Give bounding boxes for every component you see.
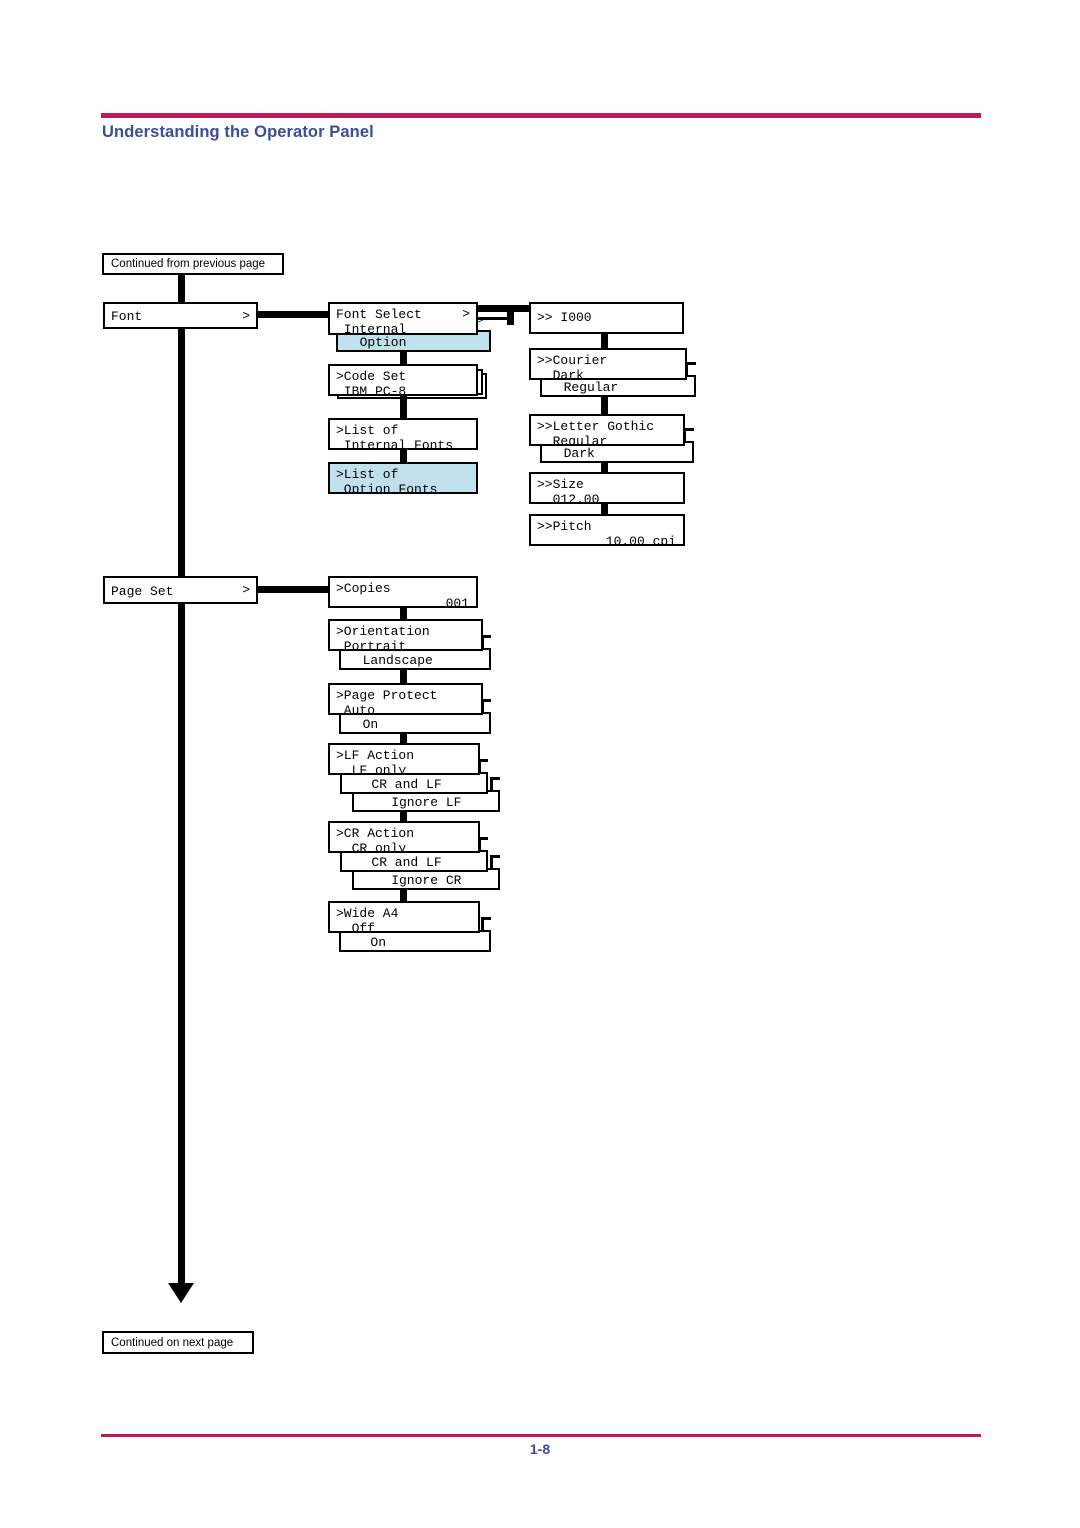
hook-widea4-horz [481,917,491,920]
lcd-pitch-value: 10.00 cpi [605,534,676,546]
lcd-size-line1: >>Size [537,477,584,492]
continued-from-previous-page-label: Continued from previous page [111,258,266,270]
lcd-copies-line1: >Copies [336,581,391,596]
lcd-cr-action-line2: CR only [336,841,407,853]
menu-node-page-set-caret: > [242,582,250,598]
connector-pageset-to-copies [258,586,331,593]
connector-i000-to-courier [601,334,608,348]
lcd-letter-gothic-line2: Regular [537,434,608,446]
lcd-pitch[interactable]: >>Pitch 10.00 cpi [529,514,685,546]
lcd-orientation-landscape-line1: Landscape [347,653,433,668]
page-number: 1-8 [529,1441,551,1457]
lcd-wide-a4-on-line1: On [347,935,387,950]
lcd-list-internal-fonts-line1: >List of [336,423,399,438]
trunk-arrowhead [168,1283,194,1303]
lcd-list-option-fonts-line1: >List of [336,467,399,482]
menu-node-font[interactable]: Font > [103,302,258,329]
trunk-connector-top [178,275,185,304]
lcd-cr-action-line1: >CR Action [336,826,415,841]
continued-from-previous-page-box: Continued from previous page [102,253,284,275]
lcd-wide-a4-line1: >Wide A4 [336,906,399,921]
continued-on-next-page-label: Continued on next page [111,1336,234,1349]
lcd-orientation-line1: >Orientation [336,624,430,639]
header-rule [101,113,981,118]
footer-rule [101,1434,981,1437]
lcd-font-select-line2: Internal [336,322,407,335]
lcd-copies[interactable]: >Copies 001 [328,576,478,608]
lcd-code-set-line1: >Code Set [336,369,407,384]
lcd-wide-a4[interactable]: >Wide A4 Off [328,901,480,933]
connector-courier-to-lettergothic [601,397,608,415]
lcd-lf-action-cr-and-lf-line1: CR and LF [348,777,442,792]
lcd-page-protect-line1: >Page Protect [336,688,438,703]
connector-fontselect-to-i000 [478,305,534,312]
lcd-orientation-landscape[interactable]: Landscape [339,648,491,670]
lcd-font-select[interactable]: Font Select Internal > [328,302,478,335]
lcd-cr-action-cr-and-lf-line1: CR and LF [348,855,442,870]
lcd-pitch-line1: >>Pitch [537,519,592,534]
lcd-cr-action-ignore-cr-line1: Ignore CR [360,873,462,888]
lcd-letter-gothic-line1: >>Letter Gothic [537,419,655,434]
lcd-copies-value: 001 [445,596,469,608]
lcd-letter-gothic-dark-line1: Dark [548,446,595,461]
lcd-courier[interactable]: >>Courier Dark [529,348,687,380]
lcd-size-line2: 012.00 [537,492,600,504]
connector-font-to-fontselect [258,311,333,318]
continued-on-next-page-box: Continued on next page [102,1331,254,1354]
lcd-list-internal-fonts[interactable]: >List of Internal Fonts [328,418,478,450]
lcd-page-protect-line2: Auto [336,703,376,715]
lcd-lf-action[interactable]: >LF Action LF only [328,743,480,775]
lcd-wide-a4-on[interactable]: On [339,930,491,952]
lcd-size[interactable]: >>Size 012.00 [529,472,685,504]
lcd-lf-action-line2: LF only [336,763,407,775]
connector-orientation-to-pageprotect [400,670,407,684]
menu-node-page-set-label: Page Set [111,584,174,599]
lcd-page-protect-on[interactable]: On [339,712,491,734]
hook-craction2-horz [490,855,500,858]
menu-node-font-label: Font [111,309,143,324]
lcd-list-option-fonts[interactable]: >List of Option Fonts [328,462,478,494]
lcd-cr-action[interactable]: >CR Action CR only [328,821,480,853]
lcd-wide-a4-line2: Off [336,921,376,933]
lcd-lf-action-ignore-lf-line1: Ignore LF [360,795,462,810]
trunk-connector-bottom [178,604,185,1283]
lcd-page-protect[interactable]: >Page Protect Auto [328,683,483,715]
trunk-connector-font-to-pageset [178,329,185,578]
lcd-letter-gothic[interactable]: >>Letter Gothic Regular [529,414,685,446]
manual-page: Understanding the Operator Panel Continu… [0,0,1080,1528]
lcd-courier-line1: >>Courier [537,353,608,368]
lcd-font-select-option-line1: Option [344,335,407,350]
menu-node-page-set[interactable]: Page Set > [103,576,258,604]
lcd-lf-action-cr-and-lf[interactable]: CR and LF [340,772,488,794]
lcd-list-internal-fonts-line2: Internal Fonts [336,438,454,450]
lcd-lf-action-line1: >LF Action [336,748,415,763]
connector-craction-to-widea4 [400,890,407,901]
lcd-font-select-line1: Font Select [336,307,422,322]
lcd-page-protect-on-line1: On [347,717,379,732]
menu-node-font-caret: > [242,308,250,323]
lcd-code-set-line2: IBM PC-8 [336,384,407,396]
lcd-courier-line2: Dark [537,368,584,380]
lcd-cr-action-cr-and-lf[interactable]: CR and LF [340,850,488,872]
lcd-font-select-caret: > [462,306,470,322]
page-title: Understanding the Operator Panel [102,123,374,141]
connector-codeset-to-listinternal [400,396,407,419]
lcd-orientation-line2: Portrait [336,639,407,651]
lcd-code-set[interactable]: >Code Set IBM PC-8 [328,364,478,396]
hook-lfaction2-horz [490,777,500,780]
lcd-list-option-fonts-line2: Option Fonts [336,482,438,494]
lcd-orientation[interactable]: >Orientation Portrait [328,619,483,651]
lcd-font-select-option-caret: > [477,315,484,328]
lcd-courier-regular-line1: Regular [548,380,619,395]
